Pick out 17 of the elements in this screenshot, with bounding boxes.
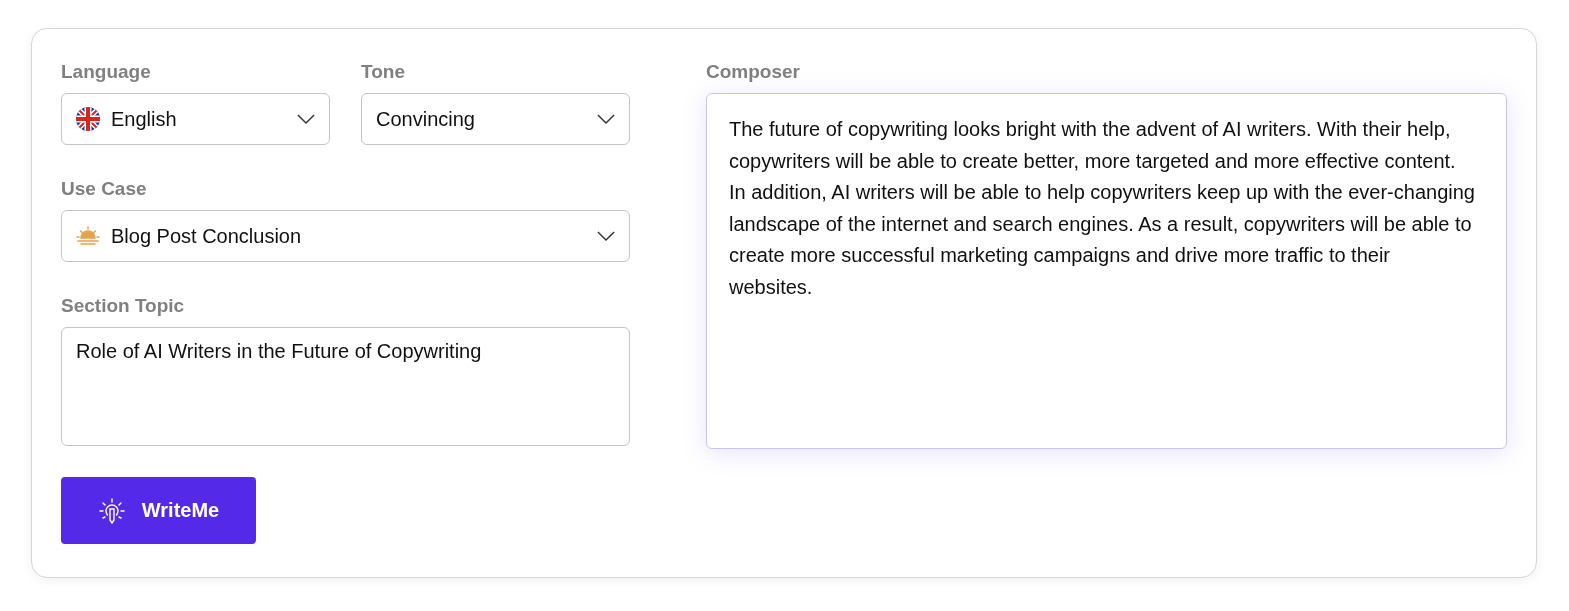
field-label: Composer xyxy=(706,61,801,83)
field-label: Section Topic xyxy=(61,295,186,317)
dropdown[interactable]: Convincing xyxy=(361,93,630,145)
dropdown[interactable]: Blog Post Conclusion xyxy=(61,210,630,262)
flag-icon xyxy=(76,107,100,131)
field-label: Language xyxy=(61,61,152,83)
writeme-button[interactable]: WriteMe xyxy=(61,477,256,544)
chevron-down-icon xyxy=(597,113,615,125)
dropdown[interactable]: English xyxy=(61,93,330,145)
lightbulb-pencil-icon xyxy=(97,496,126,525)
sunrise-icon xyxy=(76,224,100,248)
field-label: Tone xyxy=(361,61,406,83)
field-label: Use Case xyxy=(61,178,148,200)
topic-field[interactable]: Role of AI Writers in the Future of Copywriting xyxy=(61,327,630,446)
chevron-down-icon xyxy=(597,230,615,242)
chevron-down-icon xyxy=(297,113,315,125)
composer-text-area[interactable]: The future of copywriting looks bright with the advent of AI writers. With their help, copywriters will be able to create better, more targeted and more effective content. In addition, AI writers will be able to help copywriters keep up with the ever-changing landscape of the internet and search engines. As a result, copywriters will be able to create more successful marketing campaigns and drive more traffic to their websites. xyxy=(706,93,1507,449)
